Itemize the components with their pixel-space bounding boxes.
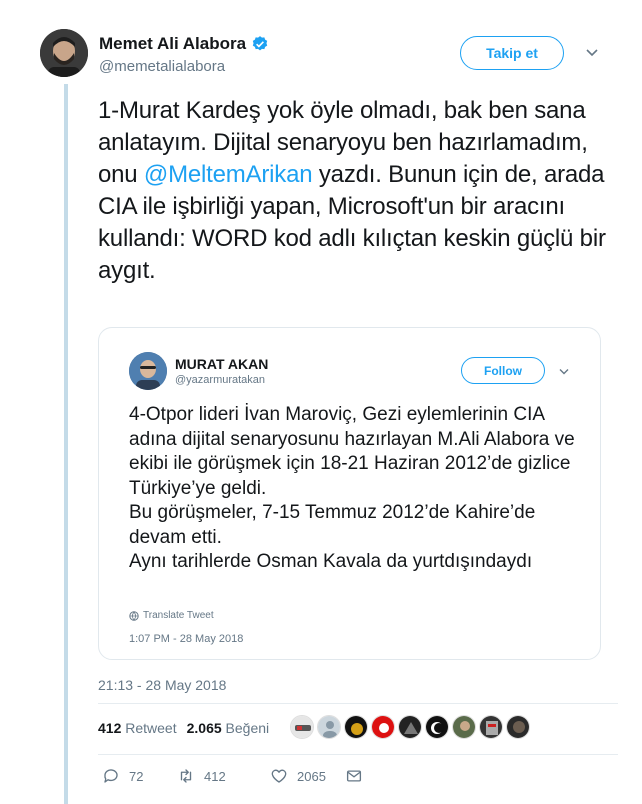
reply-count: 72 (129, 768, 144, 784)
avatar[interactable] (40, 29, 88, 77)
quoted-timestamp[interactable]: 1:07 PM - 28 May 2018 (129, 633, 243, 645)
quoted-chevron-down-icon[interactable] (558, 365, 570, 377)
follow-button[interactable]: Takip et (460, 36, 564, 70)
envelope-icon (346, 770, 362, 782)
avatar-image (40, 29, 88, 77)
liker-avatar[interactable] (317, 715, 341, 739)
like-button[interactable]: 2065 (270, 767, 345, 785)
liker-avatar[interactable] (371, 715, 395, 739)
retweet-count: 412 (204, 768, 226, 784)
tweet-timestamp[interactable]: 21:13 - 28 May 2018 (98, 677, 226, 693)
like-count: 2065 (297, 768, 326, 784)
translate-tweet-label[interactable]: Translate Tweet (143, 610, 214, 621)
liker-avatar-image (345, 716, 367, 738)
liker-avatar-image (291, 716, 313, 738)
liker-avatar-image (480, 716, 502, 738)
quoted-author-handle[interactable]: @yazarmuratakan (175, 374, 265, 386)
divider (98, 703, 618, 704)
engagement-stats: 412 Retweet 2.065 Beğeni (98, 720, 269, 736)
liker-avatar[interactable] (398, 715, 422, 739)
liker-avatar-image (318, 716, 340, 738)
liker-avatar-image (372, 716, 394, 738)
retweet-stat-count[interactable]: 412 (98, 720, 121, 736)
thread-line (64, 84, 68, 804)
retweet-button[interactable]: 412 (177, 767, 267, 785)
liker-avatar[interactable] (290, 715, 314, 739)
reply-button[interactable]: 72 (102, 767, 162, 785)
liker-avatar[interactable] (452, 715, 476, 739)
quoted-tweet-text: 4-Otpor lideri İvan Maroviç, Gezi eyleml… (129, 404, 575, 572)
liker-avatar[interactable] (506, 715, 530, 739)
tweet-actions: 72 412 2065 (102, 767, 363, 785)
liker-avatar[interactable] (425, 715, 449, 739)
liker-avatar-image (426, 716, 448, 738)
liker-avatar[interactable] (479, 715, 503, 739)
author-name[interactable]: Memet Ali Alabora (99, 34, 269, 54)
retweet-icon (180, 769, 192, 783)
quoted-avatar[interactable] (129, 352, 167, 390)
direct-message-button[interactable] (345, 767, 363, 785)
like-stat-count[interactable]: 2.065 (187, 720, 222, 736)
liker-avatar-image (453, 716, 475, 738)
verified-badge-icon (252, 36, 268, 51)
reply-icon (104, 769, 118, 783)
like-stat-label[interactable]: Beğeni (226, 720, 270, 736)
divider (98, 754, 618, 755)
quoted-tweet[interactable]: MURAT AKAN @yazarmuratakan Follow 4-Otpo… (98, 327, 601, 660)
chevron-down-icon[interactable] (584, 44, 600, 60)
liker-avatar-image (507, 716, 529, 738)
author-handle[interactable]: @memetalialabora (99, 58, 225, 75)
liker-avatars (290, 715, 530, 739)
liker-avatar[interactable] (344, 715, 368, 739)
retweet-stat-label[interactable]: Retweet (125, 720, 176, 736)
author-name-text[interactable]: Memet Ali Alabora (99, 34, 246, 54)
quoted-author-name[interactable]: MURAT AKAN (175, 356, 268, 372)
quoted-avatar-image (129, 352, 167, 390)
translate-tweet-link[interactable]: Translate Tweet (129, 610, 214, 621)
quoted-follow-button[interactable]: Follow (461, 357, 545, 384)
retweet-stat[interactable]: 412 Retweet (98, 720, 177, 736)
liker-avatar-image (399, 716, 421, 738)
tweet-text: 1-Murat Kardeş yok öyle olmadı, bak ben … (98, 95, 618, 287)
mention-link[interactable]: @MeltemArikan (144, 161, 313, 188)
heart-icon (271, 769, 287, 783)
like-stat[interactable]: 2.065 Beğeni (187, 720, 270, 736)
globe-icon (129, 610, 139, 621)
